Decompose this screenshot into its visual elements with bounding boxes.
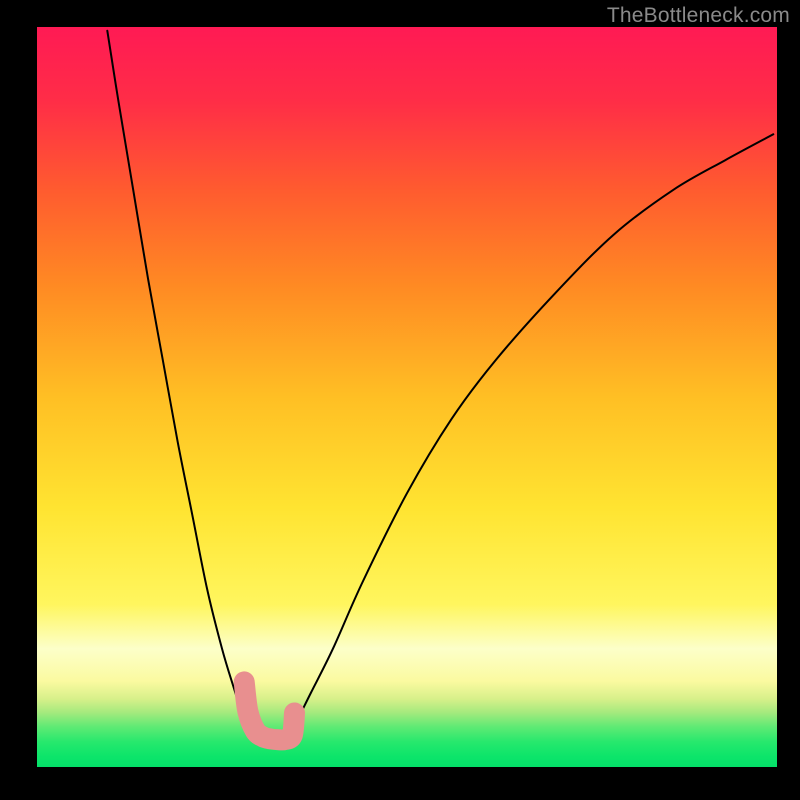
- chart-plot-area: [37, 27, 777, 767]
- gradient-background: [37, 27, 777, 767]
- watermark-text: TheBottleneck.com: [607, 4, 790, 28]
- chart-frame: TheBottleneck.com: [0, 0, 800, 800]
- chart-svg: [37, 27, 777, 767]
